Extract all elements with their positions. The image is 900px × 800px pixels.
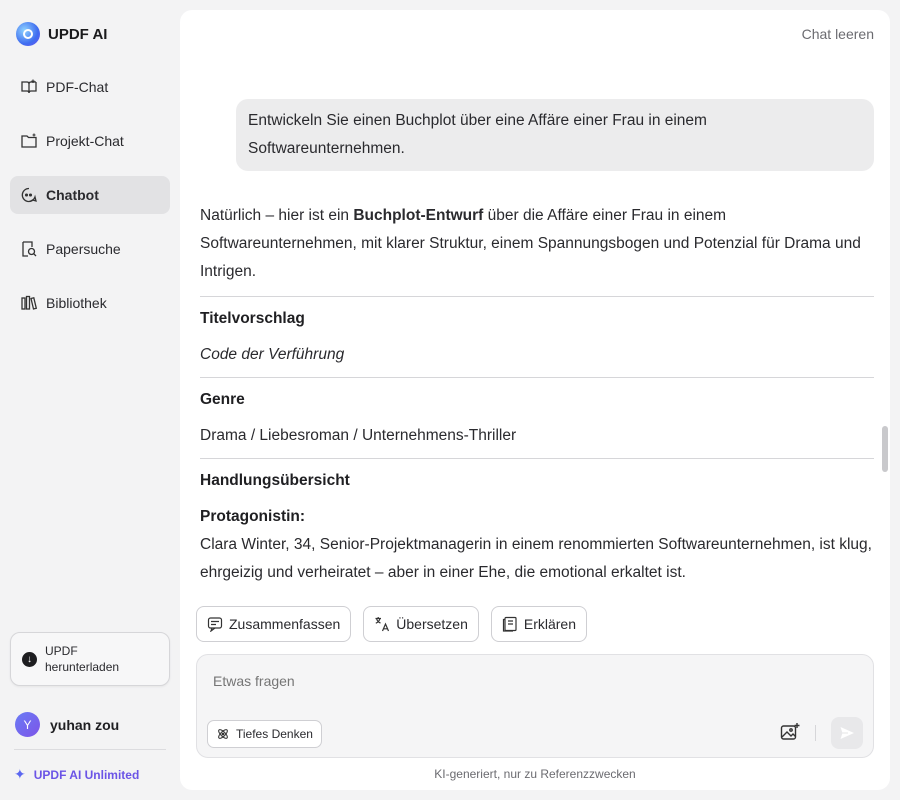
sidebar-item-projekt-chat[interactable]: Projekt-Chat <box>10 122 170 160</box>
explain-icon <box>502 616 517 632</box>
overview-heading: Handlungsübersicht <box>200 472 350 489</box>
summarize-icon <box>207 617 223 632</box>
sidebar-item-label: Chatbot <box>46 187 99 203</box>
download-label: UPDF herunterladen <box>45 644 120 674</box>
intro-text: Natürlich – hier ist ein <box>200 207 354 224</box>
chatbot-icon <box>21 187 37 203</box>
sidebar-item-bibliothek[interactable]: Bibliothek <box>10 284 170 322</box>
assistant-response: Natürlich – hier ist ein Buchplot-Entwur… <box>200 202 874 587</box>
document-search-icon <box>22 241 37 257</box>
sidebar-item-papersuche[interactable]: Papersuche <box>10 230 170 268</box>
intro-bold: Buchplot-Entwurf <box>353 207 484 224</box>
download-icon: ↓ <box>22 651 37 667</box>
updf-logo-icon <box>16 22 40 46</box>
explain-label: Erklären <box>523 616 577 632</box>
quick-actions: Zusammenfassen Übersetzen Erklären <box>196 606 588 642</box>
avatar: Y <box>15 712 40 737</box>
chat-input[interactable] <box>213 673 733 689</box>
deep-thinking-label: Tiefes Denken <box>236 727 313 741</box>
deep-thinking-button[interactable]: Tiefes Denken <box>207 720 322 748</box>
sidebar-item-label: Bibliothek <box>46 295 107 311</box>
sidebar-item-label: PDF-Chat <box>46 79 109 95</box>
title-value: Code der Verführung <box>200 346 345 363</box>
sidebar-item-label: Projekt-Chat <box>46 133 124 149</box>
sidebar-item-pdf-chat[interactable]: PDF-Chat <box>10 68 170 106</box>
plan-label: UPDF AI Unlimited <box>33 767 140 782</box>
sidebar: UPDF AI PDF-Chat Projekt-Chat Chatbot Pa… <box>0 0 180 800</box>
library-icon <box>21 295 38 310</box>
plan-link[interactable]: ✦ UPDF AI Unlimited <box>14 766 139 783</box>
protagonist-text: Clara Winter, 34, Senior-Projektmanageri… <box>200 536 872 581</box>
sparkle-icon: ✦ <box>14 766 26 782</box>
clear-chat-button[interactable]: Chat leeren <box>802 26 874 42</box>
divider <box>200 377 874 378</box>
user-message: Entwickeln Sie einen Buchplot über eine … <box>236 99 874 171</box>
response-intro: Natürlich – hier ist ein Buchplot-Entwur… <box>200 202 874 286</box>
brand-name: UPDF AI <box>48 25 108 43</box>
protagonist-heading: Protagonistin: <box>200 508 306 525</box>
divider <box>200 296 874 297</box>
book-open-icon <box>21 79 37 94</box>
user-name: yuhan zou <box>50 716 120 733</box>
sidebar-nav: PDF-Chat Projekt-Chat Chatbot Papersuche <box>10 68 170 338</box>
title-heading: Titelvorschlag <box>200 310 305 327</box>
chat-panel: Chat leeren Entwickeln Sie einen Buchplo… <box>180 10 890 790</box>
summarize-label: Zusammenfassen <box>229 616 341 632</box>
disclaimer: KI-generiert, nur zu Referenzzwecken <box>434 767 636 781</box>
user-profile[interactable]: Y yuhan zou <box>15 712 119 737</box>
scrollbar-thumb[interactable] <box>882 426 888 472</box>
brand[interactable]: UPDF AI <box>16 22 107 46</box>
composer-divider <box>815 725 816 741</box>
divider <box>200 458 874 459</box>
genre-heading: Genre <box>200 391 245 408</box>
translate-icon <box>375 617 390 632</box>
translate-label: Übersetzen <box>396 616 468 632</box>
translate-button[interactable]: Übersetzen <box>363 606 479 642</box>
sidebar-item-label: Papersuche <box>46 241 121 257</box>
folder-plus-icon <box>21 133 37 148</box>
explain-button[interactable]: Erklären <box>490 606 588 642</box>
genre-value: Drama / Liebesroman / Unternehmens-Thril… <box>200 427 517 444</box>
send-button[interactable] <box>831 717 863 749</box>
sidebar-item-chatbot[interactable]: Chatbot <box>10 176 170 214</box>
image-upload-icon[interactable] <box>779 721 801 743</box>
composer: Tiefes Denken <box>196 654 874 758</box>
summarize-button[interactable]: Zusammenfassen <box>196 606 352 642</box>
download-button[interactable]: ↓ UPDF herunterladen <box>10 632 170 686</box>
send-icon <box>840 727 854 739</box>
atom-icon <box>218 729 228 739</box>
sidebar-divider <box>14 749 166 750</box>
